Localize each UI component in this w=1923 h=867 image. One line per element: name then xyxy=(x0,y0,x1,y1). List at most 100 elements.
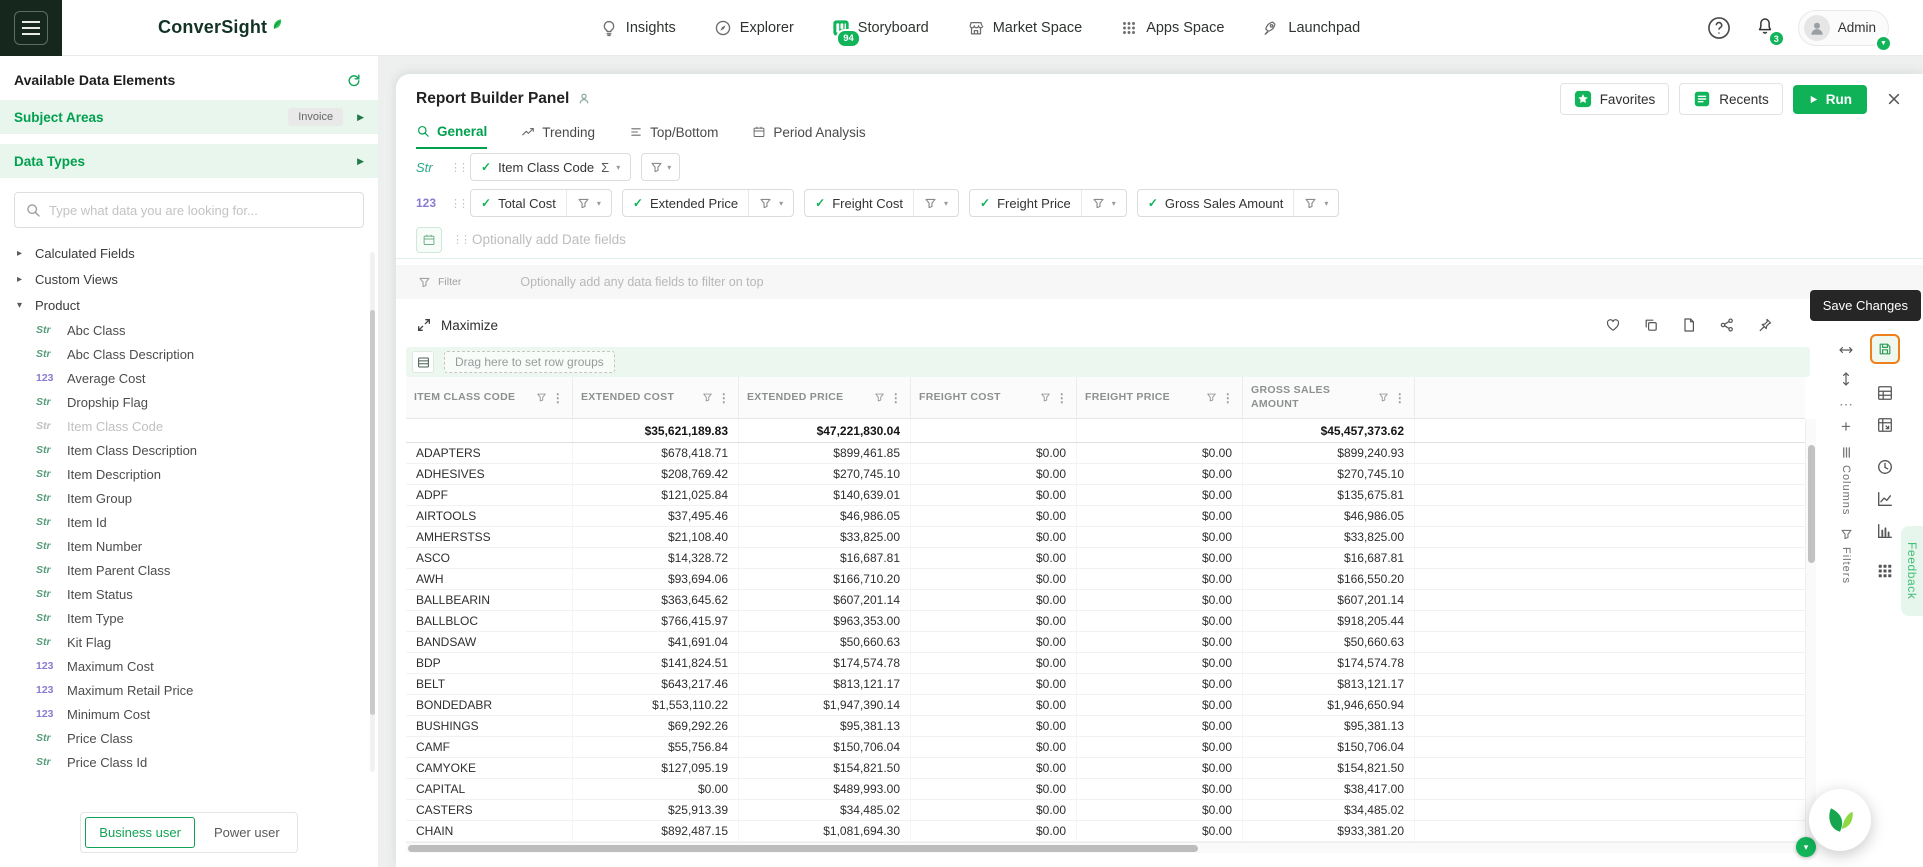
drag-handle-icon[interactable]: ⋮⋮ xyxy=(450,161,469,174)
nav-item-insights[interactable]: Insights xyxy=(600,19,676,37)
history-button[interactable] xyxy=(1876,458,1894,476)
scrollbar-thumb[interactable] xyxy=(408,845,1198,852)
chip-filter-button[interactable]: ▾ xyxy=(1080,190,1126,216)
data-field-dropship-flag[interactable]: Str Dropship Flag xyxy=(0,390,378,414)
data-field-price-class[interactable]: Str Price Class xyxy=(0,726,378,750)
tab-general[interactable]: General xyxy=(416,123,488,149)
data-field-minimum-cost[interactable]: 123 Minimum Cost xyxy=(0,702,378,726)
brand-logo[interactable]: ConverSight xyxy=(158,17,284,38)
hamburger-menu-button[interactable] xyxy=(0,0,62,56)
table-row[interactable]: ADAPTERS $678,418.71 $899,461.85 $0.00 $0.00… xyxy=(406,443,1805,464)
totals-row[interactable]: $35,621,189.83 $47,221,830.04 $45,457,373.… xyxy=(406,419,1805,443)
row-groups-drop-zone[interactable]: Drag here to set row groups xyxy=(406,347,1810,377)
data-field-abc-class[interactable]: Str Abc Class xyxy=(0,318,378,342)
drag-handle-icon[interactable]: ⋮⋮ xyxy=(452,233,471,246)
conversight-assistant-button[interactable] xyxy=(1809,789,1871,851)
tab-top-bottom[interactable]: Top/Bottom xyxy=(629,123,718,149)
user-menu[interactable]: Admin ▼ xyxy=(1797,9,1892,52)
refresh-icon[interactable] xyxy=(346,72,362,88)
column-menu-icon[interactable]: ⋮ xyxy=(1056,391,1068,405)
table-row[interactable]: AWH $93,694.06 $166,710.20 $0.00 $0.00 $166,5… xyxy=(406,569,1805,590)
chip-filter-button[interactable]: ▾ xyxy=(748,190,793,216)
columns-panel-tab[interactable]: Columns xyxy=(1840,446,1853,515)
table-row[interactable]: BALLBEARIN $363,645.62 $607,201.14 $0.00 $0.… xyxy=(406,590,1805,611)
nav-item-storyboard[interactable]: 94 Storyboard xyxy=(832,19,929,48)
data-field-item-number[interactable]: Str Item Number xyxy=(0,534,378,558)
table-row[interactable]: CHAIN $892,487.15 $1,081,694.30 $0.00 $0.00 $… xyxy=(406,821,1805,842)
field-chip-gross-sales-amount[interactable]: ✓ Gross Sales Amount ▾ xyxy=(1136,189,1340,217)
add-button[interactable]: + xyxy=(1841,418,1851,435)
close-panel-button[interactable] xyxy=(1887,92,1901,106)
column-filter-icon[interactable] xyxy=(702,392,713,403)
field-chip-extended-price[interactable]: ✓ Extended Price ▾ xyxy=(621,189,795,217)
column-menu-icon[interactable]: ⋮ xyxy=(718,391,730,405)
table-view-button[interactable] xyxy=(1876,384,1894,402)
data-field-item-id[interactable]: Str Item Id xyxy=(0,510,378,534)
filters-panel-tab[interactable]: Filters xyxy=(1840,528,1853,584)
save-changes-button[interactable] xyxy=(1870,334,1900,364)
date-fields-row[interactable]: ⋮⋮ Optionally add Date fields xyxy=(396,221,1923,259)
share-button[interactable] xyxy=(1719,317,1735,333)
horizontal-scrollbar[interactable] xyxy=(406,842,1805,853)
nav-item-apps-space[interactable]: Apps Space xyxy=(1120,19,1224,37)
resize-vertical-button[interactable] xyxy=(1838,371,1854,387)
column-menu-icon[interactable]: ⋮ xyxy=(890,391,902,405)
duplicate-button[interactable] xyxy=(1643,317,1659,333)
scrollbar-thumb[interactable] xyxy=(370,310,375,715)
column-header-extended-cost[interactable]: EXTENDED COST ⋮ xyxy=(573,377,739,418)
table-row[interactable]: BDP $141,824.51 $174,574.78 $0.00 $0.00 $174,… xyxy=(406,653,1805,674)
tree-group-product[interactable]: ▾ Product xyxy=(0,292,378,318)
table-row[interactable]: ASCO $14,328.72 $16,687.81 $0.00 $0.00 $16,68… xyxy=(406,548,1805,569)
help-button[interactable] xyxy=(1706,15,1732,41)
table-row[interactable]: CASTERS $25,913.39 $34,485.02 $0.00 $0.00 $34… xyxy=(406,800,1805,821)
data-field-item-class-code[interactable]: Str Item Class Code xyxy=(0,414,378,438)
nav-item-explorer[interactable]: Explorer xyxy=(714,19,794,37)
column-header-gross-sales-amount[interactable]: GROSS SALES AMOUNT ⋮ xyxy=(1243,377,1415,418)
scroll-indicator-button[interactable]: ▾ xyxy=(1796,837,1816,857)
data-field-item-group[interactable]: Str Item Group xyxy=(0,486,378,510)
chip-filter-button[interactable]: ▾ xyxy=(565,190,611,216)
data-field-average-cost[interactable]: 123 Average Cost xyxy=(0,366,378,390)
sidebar-scrollbar[interactable] xyxy=(370,252,375,772)
table-row[interactable]: AIRTOOLS $37,495.46 $46,986.05 $0.00 $0.00 $4… xyxy=(406,506,1805,527)
field-chip-freight-price[interactable]: ✓ Freight Price ▾ xyxy=(969,189,1127,217)
data-field-kit-flag[interactable]: Str Kit Flag xyxy=(0,630,378,654)
favorites-button[interactable]: Favorites xyxy=(1559,83,1670,115)
aggregation-sigma[interactable]: Σ xyxy=(601,160,609,175)
search-input[interactable] xyxy=(49,202,353,218)
nav-item-launchpad[interactable]: Launchpad xyxy=(1262,19,1360,37)
data-field-item-parent-class[interactable]: Str Item Parent Class xyxy=(0,558,378,582)
data-field-item-status[interactable]: Str Item Status xyxy=(0,582,378,606)
data-field-item-class-description[interactable]: Str Item Class Description xyxy=(0,438,378,462)
vertical-scrollbar[interactable] xyxy=(1805,419,1816,842)
chip-filter-button[interactable]: ▾ xyxy=(1293,190,1338,216)
data-field-abc-class-description[interactable]: Str Abc Class Description xyxy=(0,342,378,366)
tree-group-custom-views[interactable]: ▸ Custom Views xyxy=(0,266,378,292)
table-row[interactable]: CAMF $55,756.84 $150,706.04 $0.00 $0.00 $150,… xyxy=(406,737,1805,758)
favorite-heart-button[interactable] xyxy=(1605,317,1621,333)
run-button[interactable]: Run xyxy=(1792,84,1867,114)
more-options-button[interactable]: ⋯ xyxy=(1839,397,1853,411)
filter-drop-zone[interactable]: Filter Optionally add any data fields to… xyxy=(396,265,1923,299)
apps-grid-button[interactable] xyxy=(1876,562,1894,580)
data-field-item-description[interactable]: Str Item Description xyxy=(0,462,378,486)
table-row[interactable]: BANDSAW $41,691.04 $50,660.63 $0.00 $0.00 $50… xyxy=(406,632,1805,653)
business-user-button[interactable]: Business user xyxy=(85,817,195,848)
data-field-price-class-id[interactable]: Str Price Class Id xyxy=(0,750,378,774)
line-chart-button[interactable] xyxy=(1876,490,1894,508)
recents-button[interactable]: Recents xyxy=(1679,83,1783,115)
pin-button[interactable] xyxy=(1757,317,1773,333)
column-menu-icon[interactable]: ⋮ xyxy=(1222,391,1234,405)
column-filter-icon[interactable] xyxy=(1378,392,1389,403)
tab-period-analysis[interactable]: Period Analysis xyxy=(752,123,866,149)
column-header-freight-price[interactable]: FREIGHT PRICE ⋮ xyxy=(1077,377,1243,418)
table-row[interactable]: BUSHINGS $69,292.26 $95,381.13 $0.00 $0.00 $9… xyxy=(406,716,1805,737)
data-field-item-type[interactable]: Str Item Type xyxy=(0,606,378,630)
panel-share-icon[interactable] xyxy=(577,92,591,106)
table-row[interactable]: ADHESIVES $208,769.42 $270,745.10 $0.00 $0.0… xyxy=(406,464,1805,485)
table-row[interactable]: AMHERSTSS $21,108.40 $33,825.00 $0.00 $0.00 $… xyxy=(406,527,1805,548)
column-header-item-class-code[interactable]: ITEM CLASS CODE ⋮ xyxy=(406,377,573,418)
feedback-tab[interactable]: Feedback xyxy=(1901,526,1923,616)
bar-chart-button[interactable] xyxy=(1876,522,1894,540)
column-menu-icon[interactable]: ⋮ xyxy=(1394,391,1406,405)
